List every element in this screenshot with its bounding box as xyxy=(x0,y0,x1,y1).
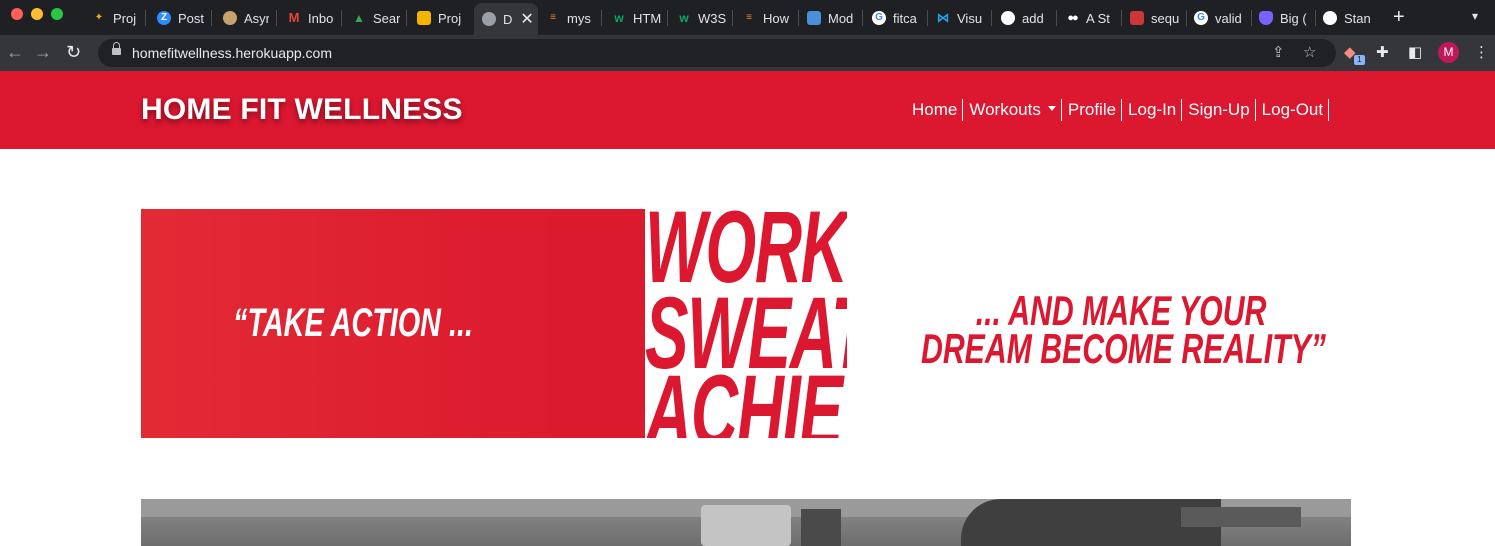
workout-photo xyxy=(141,499,1351,546)
maximize-window-button[interactable] xyxy=(51,8,63,20)
extension-badge: 1 xyxy=(1354,55,1365,65)
nav-signup-link[interactable]: Sign-Up xyxy=(1182,99,1256,121)
hero-quote-right: ... AND MAKE YOUR DREAM BECOME REALITY” xyxy=(921,290,1326,372)
browser-tab[interactable]: Mod xyxy=(807,5,857,31)
globe-icon xyxy=(482,12,496,26)
medium-icon: ●● xyxy=(1067,12,1078,24)
share-icon[interactable]: ⇪ xyxy=(1272,43,1285,61)
star-tools-icon: ✦ xyxy=(94,12,104,23)
browser-tab[interactable]: ≡ How xyxy=(742,5,792,31)
back-button[interactable]: ← xyxy=(6,42,24,62)
vscode-icon: ⋈ xyxy=(936,10,950,25)
browser-tab[interactable]: add xyxy=(1001,5,1051,31)
reload-button[interactable]: ↻ xyxy=(66,42,81,62)
browser-tab[interactable]: Proj xyxy=(417,5,467,31)
cube-icon xyxy=(807,11,821,25)
browser-tab[interactable]: ✦ Proj xyxy=(92,5,138,31)
hero-quote-right-line2: DREAM BECOME REALITY” xyxy=(921,325,1326,372)
hero-quote-left: “TAKE ACTION ... xyxy=(233,301,473,345)
new-tab-button[interactable]: + xyxy=(1393,6,1405,28)
hero-word-achieve: ACHIEVE xyxy=(645,354,847,438)
browser-tab[interactable]: ≡ mys xyxy=(546,5,594,31)
browser-tab[interactable]: G valid xyxy=(1194,5,1246,31)
nav-logout-link[interactable]: Log-Out xyxy=(1256,99,1330,121)
browser-tab[interactable]: ●● A St xyxy=(1065,5,1115,31)
nav-home-link[interactable]: Home xyxy=(906,99,964,121)
browser-tab-strip: ✦ Proj Z Post Asyr M Inbo ▲ Sear Proj D … xyxy=(0,0,1495,35)
stackoverflow-icon: ≡ xyxy=(550,12,556,23)
slides-icon xyxy=(417,11,431,25)
minimize-window-button[interactable] xyxy=(31,8,43,20)
browser-tab[interactable]: Z Post xyxy=(157,5,205,31)
w3schools-icon: w xyxy=(614,11,624,25)
puzzle-extensions-icon[interactable]: ✚ xyxy=(1376,43,1389,61)
browser-tab[interactable]: w HTM xyxy=(612,5,662,31)
mascot-icon xyxy=(223,11,237,25)
google-icon: G xyxy=(1194,11,1208,25)
gmail-icon: M xyxy=(288,10,300,25)
browser-tab[interactable]: sequ xyxy=(1130,5,1182,31)
nav-profile-link[interactable]: Profile xyxy=(1062,99,1123,121)
w3schools-icon: w xyxy=(679,11,689,25)
browser-tab[interactable]: w W3S xyxy=(677,5,727,31)
npm-icon xyxy=(1130,11,1144,25)
profile-avatar[interactable]: M xyxy=(1438,42,1459,63)
github-icon xyxy=(1323,11,1337,25)
address-bar[interactable]: homefitwellness.herokuapp.com ⇪ ☆ xyxy=(98,39,1336,67)
browser-tab[interactable]: ⋈ Visu xyxy=(936,5,986,31)
close-tab-icon[interactable]: ✕ xyxy=(520,9,533,29)
forward-button[interactable]: → xyxy=(34,42,52,62)
more-menu-icon[interactable]: ⋮ xyxy=(1474,43,1489,61)
bookmark-star-icon[interactable]: ☆ xyxy=(1303,43,1316,61)
nav-workouts-dropdown[interactable]: Workouts xyxy=(963,99,1062,121)
browser-tab[interactable]: M Inbo xyxy=(287,5,335,31)
site-brand[interactable]: HOME FIT WELLNESS xyxy=(141,93,463,127)
google-icon: G xyxy=(872,11,886,25)
url-text[interactable]: homefitwellness.herokuapp.com xyxy=(132,45,332,61)
lock-icon xyxy=(112,42,121,57)
side-panel-icon[interactable]: ◧ xyxy=(1408,43,1422,61)
hero-banner: “TAKE ACTION ... WORK SWEAT ACHIEVE xyxy=(141,209,847,438)
browser-tab[interactable]: ▲ Sear xyxy=(352,5,400,31)
browser-toolbar: ← → ↻ homefitwellness.herokuapp.com ⇪ ☆ … xyxy=(0,35,1495,71)
main-menu: Home Workouts Profile Log-In Sign-Up Log… xyxy=(906,99,1330,121)
browser-tab-active[interactable]: D ✕ xyxy=(474,3,538,35)
caret-down-icon xyxy=(1047,106,1056,112)
shield-icon xyxy=(1259,11,1273,25)
zoom-icon: Z xyxy=(157,11,171,25)
browser-tab[interactable]: Stan xyxy=(1323,5,1373,31)
drive-icon: ▲ xyxy=(353,11,365,25)
github-icon xyxy=(1001,11,1015,25)
nav-workouts-label: Workouts xyxy=(969,100,1041,119)
nav-login-link[interactable]: Log-In xyxy=(1122,99,1183,121)
stackoverflow-icon: ≡ xyxy=(746,12,752,23)
site-navbar: HOME FIT WELLNESS Home Workouts Profile … xyxy=(0,71,1495,149)
browser-tab[interactable]: G fitca xyxy=(872,5,922,31)
tab-search-chevron-icon[interactable]: ▾ xyxy=(1472,9,1478,23)
browser-tab[interactable]: Big ( xyxy=(1259,5,1309,31)
browser-tab[interactable]: Asyr xyxy=(223,5,269,31)
close-window-button[interactable] xyxy=(11,8,23,20)
hero-words-panel: WORK SWEAT ACHIEVE xyxy=(645,209,847,438)
